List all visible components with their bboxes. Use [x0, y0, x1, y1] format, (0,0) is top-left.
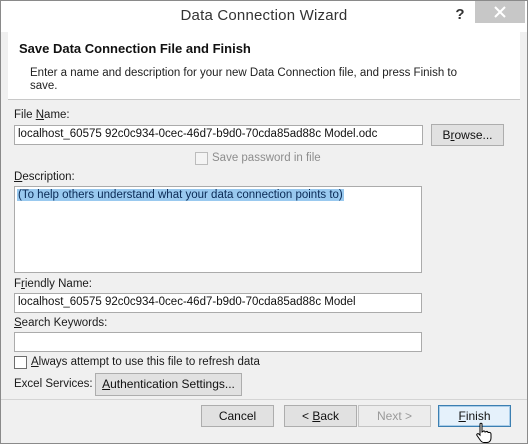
- close-button[interactable]: [475, 1, 525, 23]
- description-selected-text: (To help others understand what your dat…: [17, 189, 344, 201]
- dialog-window: Data Connection Wizard ? Save Data Conne…: [0, 0, 528, 444]
- mouse-pointer-icon: [476, 422, 492, 443]
- browse-button[interactable]: Browse...: [431, 124, 504, 146]
- excel-services-label: Excel Services:: [14, 378, 93, 390]
- footer-separator: [1, 399, 527, 400]
- file-name-label: File Name:: [14, 109, 70, 121]
- next-button[interactable]: Next >: [358, 405, 431, 427]
- page-description: Enter a name and description for your ne…: [30, 67, 458, 92]
- wizard-header: Save Data Connection File and Finish Ent…: [8, 32, 520, 100]
- cancel-button[interactable]: Cancel: [201, 405, 274, 427]
- close-icon: [494, 6, 506, 18]
- always-refresh-checkbox[interactable]: [14, 356, 27, 369]
- title-bar: Data Connection Wizard ?: [1, 1, 527, 32]
- save-password-label: Save password in file: [212, 152, 321, 164]
- description-input[interactable]: (To help others understand what your dat…: [14, 186, 422, 273]
- authentication-settings-button[interactable]: Authentication Settings...: [95, 373, 242, 396]
- search-keywords-input[interactable]: [14, 332, 422, 352]
- save-password-checkbox[interactable]: [195, 152, 208, 165]
- friendly-name-input[interactable]: localhost_60575 92c0c934-0cec-46d7-b9d0-…: [14, 293, 422, 313]
- file-name-input[interactable]: localhost_60575 92c0c934-0cec-46d7-b9d0-…: [14, 125, 423, 145]
- description-label: Description:: [14, 171, 75, 183]
- always-refresh-label: Always attempt to use this file to refre…: [31, 356, 260, 368]
- help-button[interactable]: ?: [449, 4, 471, 26]
- back-button[interactable]: < Back: [284, 405, 357, 427]
- page-title: Save Data Connection File and Finish: [19, 41, 251, 56]
- friendly-name-label: Friendly Name:: [14, 278, 92, 290]
- search-keywords-label: Search Keywords:: [14, 317, 108, 329]
